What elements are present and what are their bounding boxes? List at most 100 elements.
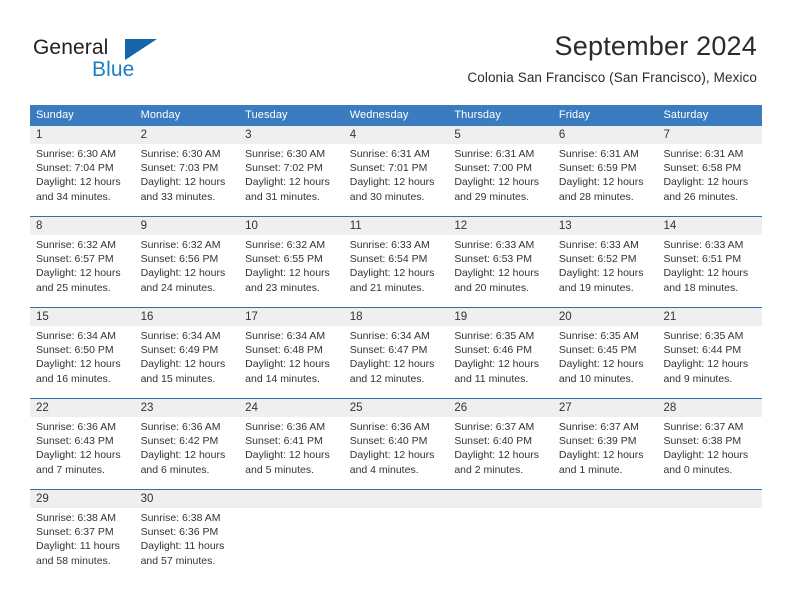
sunset-text: Sunset: 6:40 PM	[454, 435, 532, 448]
day-number-13[interactable]: 13	[553, 217, 658, 235]
day-cell-3[interactable]: Sunrise: 6:30 AM Sunset: 7:02 PM Daylight:…	[239, 144, 344, 210]
day-cell-22[interactable]: Sunrise: 6:36 AM Sunset: 6:43 PM Daylight:…	[30, 417, 135, 483]
day-cell-17[interactable]: Sunrise: 6:34 AM Sunset: 6:48 PM Daylight:…	[239, 326, 344, 392]
day-number-16[interactable]: 16	[135, 308, 240, 326]
day-cell-25[interactable]: Sunrise: 6:36 AM Sunset: 6:40 PM Daylight:…	[344, 417, 449, 483]
day-number-29[interactable]: 29	[30, 490, 135, 508]
day-number-10[interactable]: 10	[239, 217, 344, 235]
calendar-page: General Blue September 2024 Colonia San …	[0, 0, 792, 612]
day-number-7[interactable]: 7	[657, 126, 762, 144]
day-number-21[interactable]: 21	[657, 308, 762, 326]
day-cell-28[interactable]: Sunrise: 6:37 AM Sunset: 6:38 PM Daylight:…	[657, 417, 762, 483]
sunset-text: Sunset: 6:37 PM	[36, 526, 114, 539]
daylight-text: Daylight: 12 hours	[36, 358, 121, 371]
daylight-text: and 29 minutes.	[454, 190, 530, 203]
day-number-3[interactable]: 3	[239, 126, 344, 144]
day-cell-30[interactable]: Sunrise: 6:38 AM Sunset: 6:36 PM Daylight:…	[135, 508, 240, 574]
daylight-text: Daylight: 12 hours	[349, 176, 435, 189]
day-cell-18[interactable]: Sunrise: 6:34 AM Sunset: 6:47 PM Daylight:…	[344, 326, 449, 392]
day-number-4[interactable]: 4	[344, 126, 449, 144]
day-number-27[interactable]: 27	[553, 399, 658, 417]
day-cell-8[interactable]: Sunrise: 6:32 AM Sunset: 6:57 PM Daylight:…	[30, 235, 135, 301]
day-number-1[interactable]: 1	[30, 126, 135, 144]
day-cell-7[interactable]: Sunrise: 6:31 AM Sunset: 6:58 PM Daylight:…	[657, 144, 762, 210]
day-cell-11[interactable]: Sunrise: 6:33 AM Sunset: 6:54 PM Daylight:…	[344, 235, 449, 301]
day-cell-16[interactable]: Sunrise: 6:34 AM Sunset: 6:49 PM Daylight:…	[135, 326, 240, 392]
day-number-25[interactable]: 25	[344, 399, 449, 417]
day-cell-23[interactable]: Sunrise: 6:36 AM Sunset: 6:42 PM Daylight:…	[135, 417, 240, 483]
day-details-row: Sunrise: 6:34 AM Sunset: 6:50 PM Daylight:…	[30, 326, 762, 392]
day-cell-20[interactable]: Sunrise: 6:35 AM Sunset: 6:45 PM Daylight:…	[553, 326, 658, 392]
day-cell-14[interactable]: Sunrise: 6:33 AM Sunset: 6:51 PM Daylight:…	[657, 235, 762, 301]
sunset-text: Sunset: 7:02 PM	[245, 162, 323, 175]
sunset-text: Sunset: 6:47 PM	[349, 344, 428, 357]
day-number-band: 22 23 24 25 26 27 28	[30, 399, 762, 417]
day-number-30[interactable]: 30	[135, 490, 240, 508]
daylight-text: and 4 minutes.	[349, 463, 419, 476]
day-cell-24[interactable]: Sunrise: 6:36 AM Sunset: 6:41 PM Daylight:…	[239, 417, 344, 483]
sunrise-text: Sunrise: 6:30 AM	[245, 148, 326, 160]
day-cell-12[interactable]: Sunrise: 6:33 AM Sunset: 6:53 PM Daylight:…	[448, 235, 553, 301]
day-number-14[interactable]: 14	[657, 217, 762, 235]
calendar-grid: Sunday Monday Tuesday Wednesday Thursday Frid…	[30, 105, 762, 574]
day-cell-13[interactable]: Sunrise: 6:33 AM Sunset: 6:52 PM Daylight:…	[553, 235, 658, 301]
day-number-19[interactable]: 19	[448, 308, 553, 326]
day-number-9[interactable]: 9	[135, 217, 240, 235]
day-cell-5[interactable]: Sunrise: 6:31 AM Sunset: 7:00 PM Daylight:…	[448, 144, 553, 210]
sunrise-text: Sunrise: 6:33 AM	[349, 239, 430, 251]
day-number-band: 8 9 10 11 12 13 14	[30, 217, 762, 235]
day-cell-29[interactable]: Sunrise: 6:38 AM Sunset: 6:37 PM Daylight:…	[30, 508, 135, 574]
day-number-28[interactable]: 28	[657, 399, 762, 417]
daylight-text: and 1 minute.	[558, 463, 623, 476]
day-cell-26[interactable]: Sunrise: 6:37 AM Sunset: 6:40 PM Daylight:…	[448, 417, 553, 483]
day-number-26[interactable]: 26	[448, 399, 553, 417]
sunset-text: Sunset: 6:53 PM	[454, 253, 532, 266]
day-number-18[interactable]: 18	[344, 308, 449, 326]
daylight-text: Daylight: 12 hours	[454, 449, 539, 462]
day-number-17[interactable]: 17	[239, 308, 344, 326]
sunset-text: Sunset: 6:54 PM	[349, 253, 428, 266]
day-cell-10[interactable]: Sunrise: 6:32 AM Sunset: 6:55 PM Daylight:…	[239, 235, 344, 301]
day-number-8[interactable]: 8	[30, 217, 135, 235]
brand-logo[interactable]: General Blue	[33, 36, 223, 86]
calendar-week-row: 15 16 17 18 19 20 21 Sunrise: 6:34 AM Sunset: 6:…	[30, 307, 762, 392]
day-cell-15[interactable]: Sunrise: 6:34 AM Sunset: 6:50 PM Daylight:…	[30, 326, 135, 392]
daylight-text: and 15 minutes.	[140, 372, 216, 385]
sunrise-text: Sunrise: 6:31 AM	[454, 148, 535, 160]
weekday-header-sunday: Sunday	[36, 109, 74, 121]
day-number-22[interactable]: 22	[30, 399, 135, 417]
sunrise-text: Sunrise: 6:31 AM	[663, 148, 744, 160]
calendar-weeks: 1 2 3 4 5 6 7 Sunrise: 6:30 AM Sunset: 7:04 PM Da…	[30, 126, 762, 574]
day-number-12[interactable]: 12	[448, 217, 553, 235]
daylight-text: and 23 minutes.	[245, 281, 320, 294]
sunrise-text: Sunrise: 6:32 AM	[140, 239, 221, 251]
day-cell-4[interactable]: Sunrise: 6:31 AM Sunset: 7:01 PM Daylight:…	[344, 144, 449, 210]
daylight-text: and 11 minutes.	[454, 372, 529, 385]
day-number-2[interactable]: 2	[135, 126, 240, 144]
daylight-text: and 57 minutes.	[140, 554, 216, 567]
day-number-5[interactable]: 5	[448, 126, 553, 144]
day-number-23[interactable]: 23	[135, 399, 240, 417]
day-cell-27[interactable]: Sunrise: 6:37 AM Sunset: 6:39 PM Daylight:…	[553, 417, 658, 483]
daylight-text: and 21 minutes.	[349, 281, 425, 294]
day-cell-21[interactable]: Sunrise: 6:35 AM Sunset: 6:44 PM Daylight:…	[657, 326, 762, 392]
day-number-11[interactable]: 11	[344, 217, 449, 235]
day-cell-1[interactable]: Sunrise: 6:30 AM Sunset: 7:04 PM Daylight:…	[30, 144, 135, 210]
day-number-24[interactable]: 24	[239, 399, 344, 417]
day-number-20[interactable]: 20	[553, 308, 658, 326]
daylight-text: and 28 minutes.	[558, 190, 634, 203]
sunset-text: Sunset: 6:38 PM	[663, 435, 742, 448]
weekday-header-tuesday: Tuesday	[245, 109, 288, 121]
day-number-6[interactable]: 6	[553, 126, 658, 144]
day-cell-2[interactable]: Sunrise: 6:30 AM Sunset: 7:03 PM Daylight:…	[135, 144, 240, 210]
day-cell-6[interactable]: Sunrise: 6:31 AM Sunset: 6:59 PM Daylight:…	[553, 144, 658, 210]
day-number-15[interactable]: 15	[30, 308, 135, 326]
daylight-text: and 2 minutes.	[454, 463, 524, 476]
day-cell-19[interactable]: Sunrise: 6:35 AM Sunset: 6:46 PM Daylight:…	[448, 326, 553, 392]
sunset-text: Sunset: 6:49 PM	[140, 344, 219, 357]
sunset-text: Sunset: 6:39 PM	[558, 435, 637, 448]
sunset-text: Sunset: 7:01 PM	[349, 162, 428, 175]
daylight-text: Daylight: 12 hours	[140, 176, 226, 189]
day-cell-9[interactable]: Sunrise: 6:32 AM Sunset: 6:56 PM Daylight:…	[135, 235, 240, 301]
page-subtitle: Colonia San Francisco (San Francisco), M…	[467, 70, 757, 85]
